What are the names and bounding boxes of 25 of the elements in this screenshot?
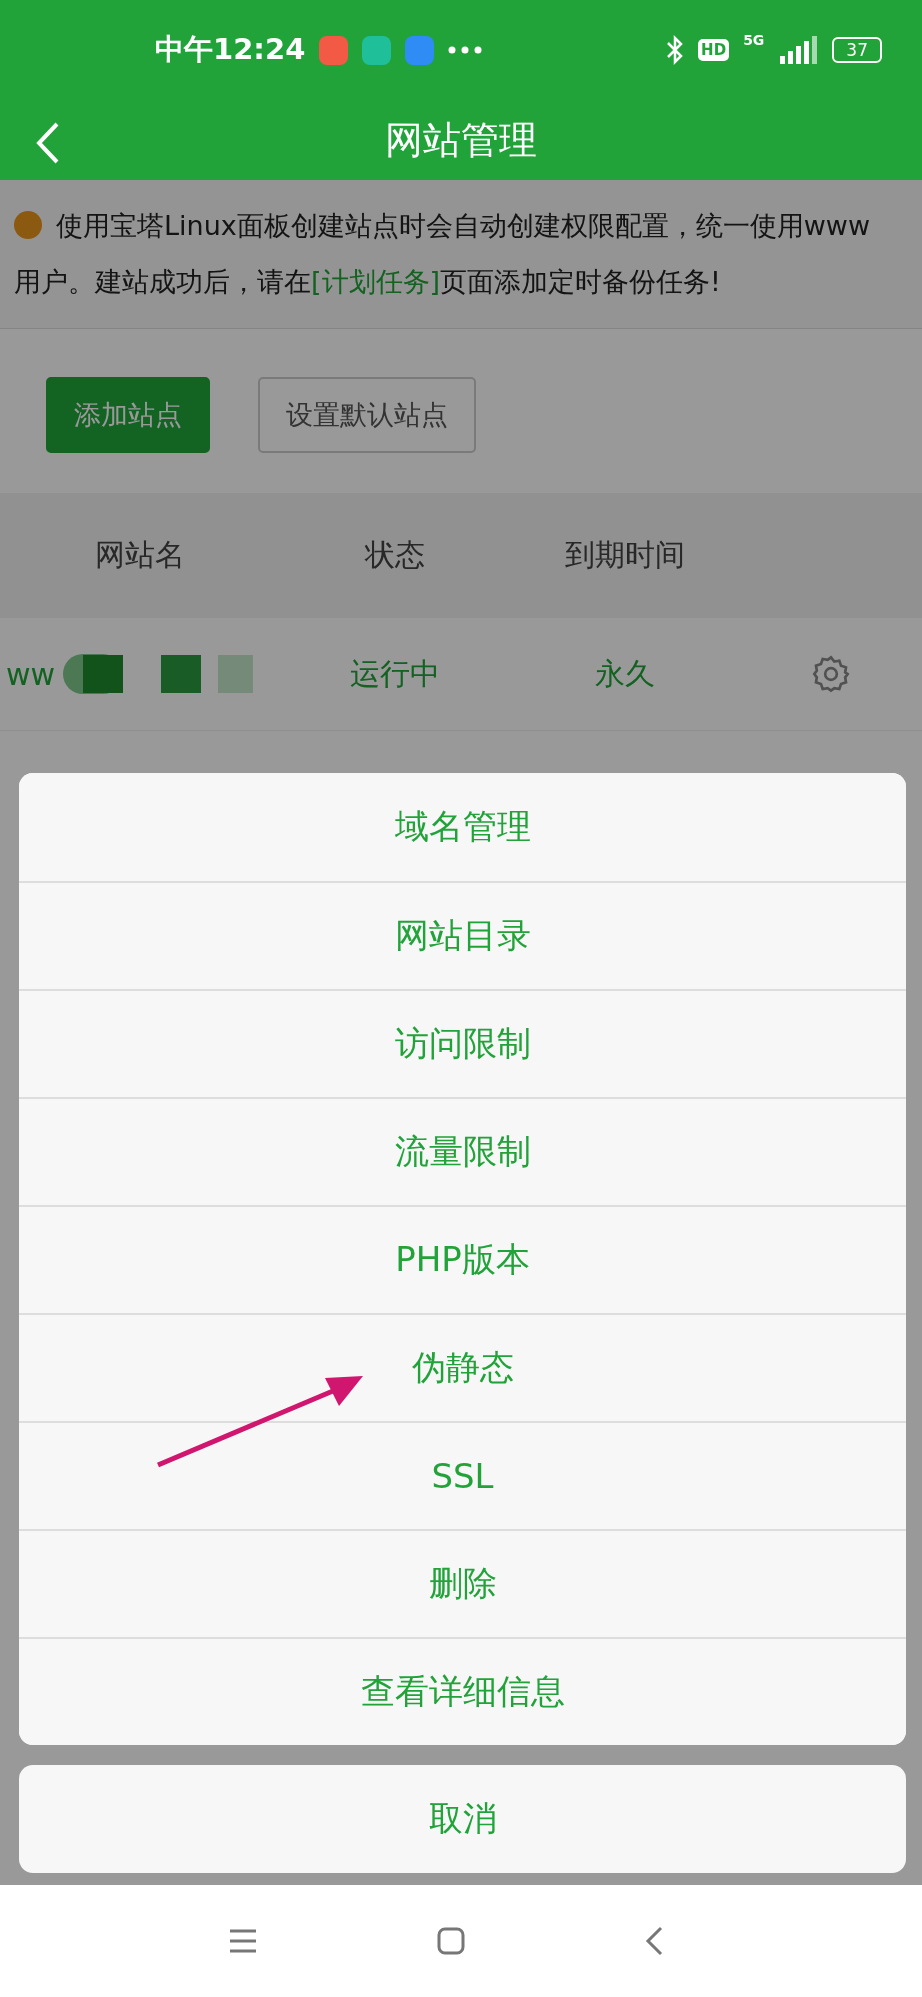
site-name: ww — [5, 656, 56, 692]
set-default-site-button[interactable]: 设置默认站点 — [258, 377, 476, 453]
menu-item[interactable]: 查看详细信息 — [19, 1637, 906, 1745]
column-header: 到期时间 — [564, 536, 686, 574]
column-header: 状态 — [363, 536, 426, 574]
scheduled-task-link[interactable]: [计划任务] — [311, 266, 441, 297]
more-icon — [448, 46, 483, 54]
settings-icon[interactable] — [811, 654, 851, 694]
back-nav-icon[interactable] — [645, 1926, 663, 1956]
notice-text: 使用宝塔Linux面板创建站点时会自动创建权限配置，统一使用www用户。建站成功后，请在[计划任务]页面添加定时备份任务! — [0, 180, 922, 329]
status-cell-text: 运行中 — [349, 654, 441, 693]
back-icon[interactable] — [36, 122, 60, 164]
battery-level: 37 — [832, 37, 882, 63]
add-site-button[interactable]: 添加站点 — [46, 377, 210, 453]
expiry-cell-text: 永久 — [594, 654, 656, 693]
hd-badge: HD — [698, 39, 730, 61]
status-time: 中午12:24 — [155, 31, 306, 68]
signal-icon — [778, 36, 819, 64]
warning-icon — [14, 211, 42, 239]
network-type: 5G — [743, 32, 765, 48]
home-icon[interactable] — [437, 1927, 465, 1955]
menu-icon[interactable] — [229, 1928, 257, 1954]
bluetooth-icon — [666, 35, 685, 65]
page-title: 网站管理 — [385, 116, 537, 164]
column-header: 网站名 — [94, 536, 186, 574]
